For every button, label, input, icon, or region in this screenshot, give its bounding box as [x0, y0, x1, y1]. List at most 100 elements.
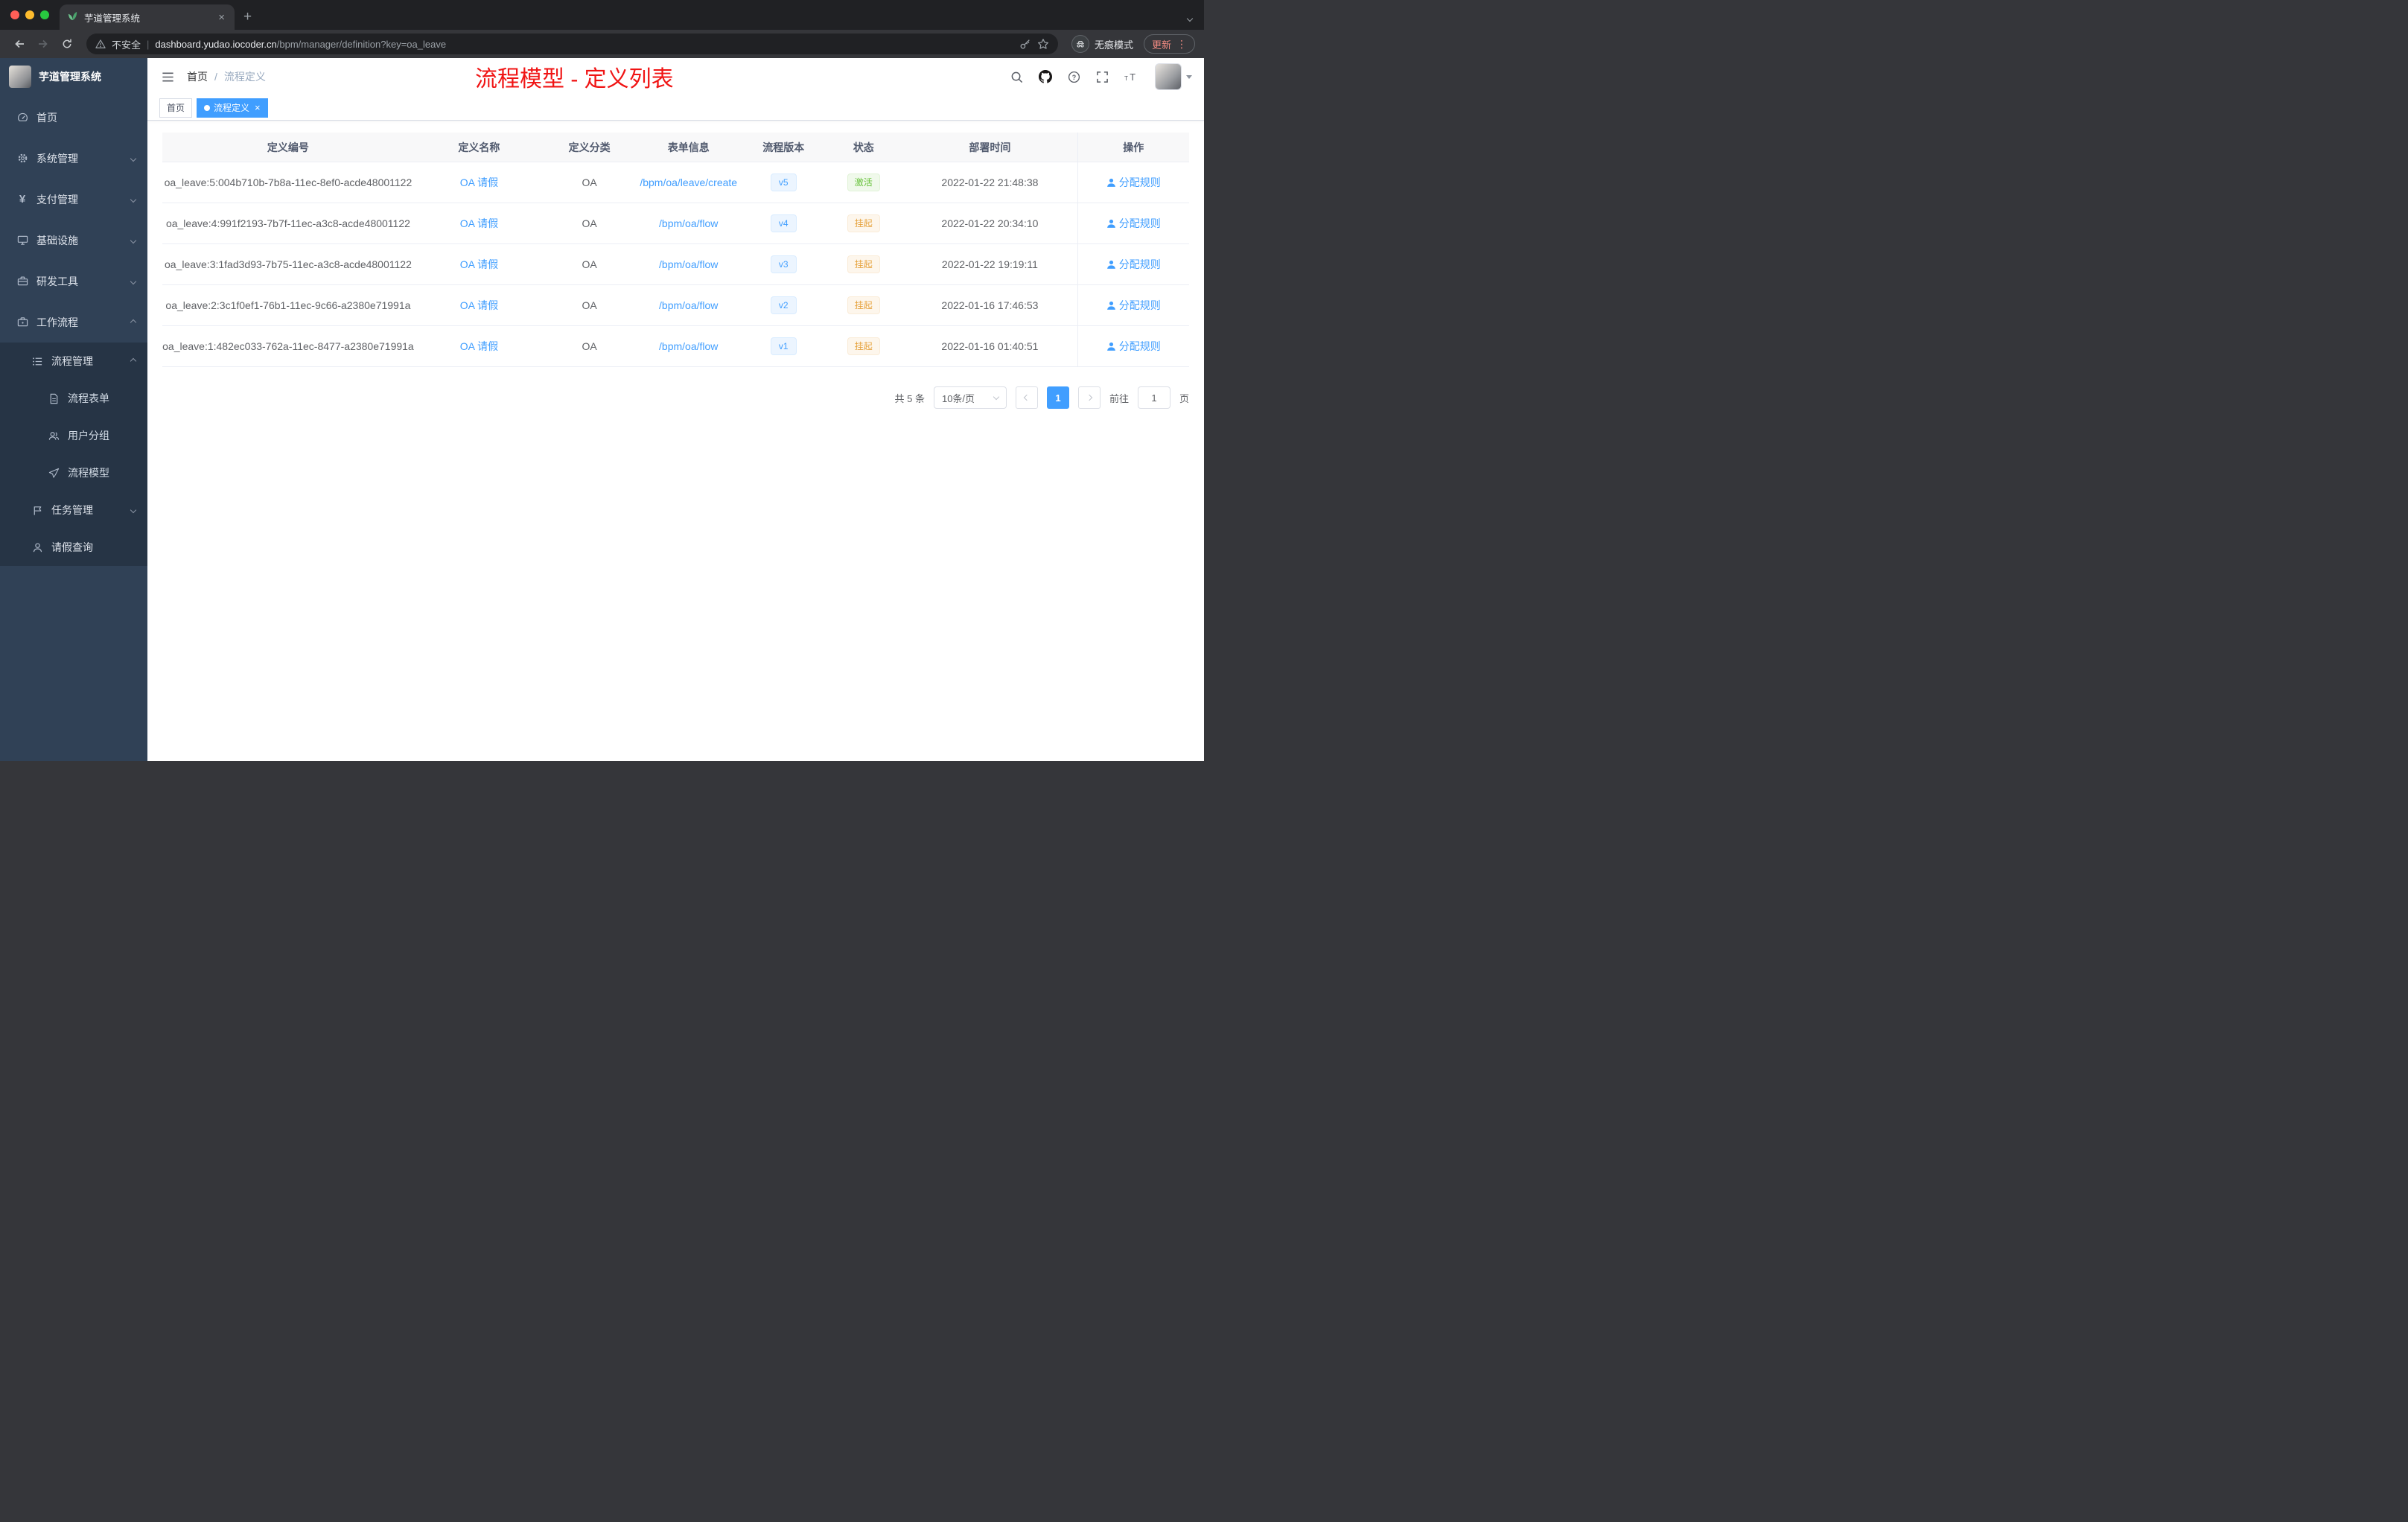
definition-id: oa_leave:3:1fad3d93-7b75-11ec-a3c8-acde4… — [164, 258, 412, 270]
sidebar-item-payment[interactable]: ¥ 支付管理 — [0, 179, 147, 220]
column-header: 定义编号 — [267, 141, 309, 153]
workflow-submenu: 流程管理 流程表单 用户分组 流程模型 任务管理 请假查询 — [0, 343, 147, 566]
github-icon[interactable] — [1039, 70, 1052, 83]
zoom-window-button[interactable] — [40, 10, 49, 19]
sidebar-item-leave-query[interactable]: 请假查询 — [0, 529, 147, 566]
column-header: 定义分类 — [568, 141, 611, 153]
chevron-down-icon — [130, 155, 137, 162]
goto-page-input[interactable] — [1137, 386, 1170, 409]
sidebar-item-user-group[interactable]: 用户分组 — [0, 417, 147, 454]
password-key-icon[interactable] — [1019, 38, 1031, 50]
assign-rule-link[interactable]: 分配规则 — [1106, 339, 1161, 354]
assign-rule-link[interactable]: 分配规则 — [1106, 257, 1161, 272]
close-window-button[interactable] — [10, 10, 19, 19]
tab-strip: 芋道管理系统 × + — [0, 0, 1204, 30]
back-button[interactable] — [9, 34, 30, 54]
bookmark-star-icon[interactable] — [1037, 38, 1049, 50]
tab-search-chevron-icon[interactable] — [1186, 11, 1194, 25]
font-size-icon[interactable]: TT — [1124, 71, 1139, 83]
sidebar-item-workflow[interactable]: 工作流程 — [0, 302, 147, 343]
sidebar-item-label: 研发工具 — [36, 275, 78, 287]
browser-window: 芋道管理系统 × + 不安全 | dashboard.yudao.iocoder… — [0, 0, 1204, 761]
breadcrumb: 首页 / 流程定义 — [187, 69, 266, 84]
definition-name-link[interactable]: OA 请假 — [414, 162, 544, 203]
sidebar-item-process-form[interactable]: 流程表单 — [0, 380, 147, 417]
tab-title: 芋道管理系统 — [84, 13, 141, 24]
hamburger-icon[interactable] — [159, 70, 181, 84]
tab-close-icon[interactable]: × — [216, 11, 227, 24]
sidebar-item-task-management[interactable]: 任务管理 — [0, 491, 147, 529]
page-size-value: 10条/页 — [941, 392, 975, 404]
assign-rule-link[interactable]: 分配规则 — [1106, 298, 1161, 313]
search-icon[interactable] — [1010, 71, 1023, 83]
deploy-time: 2022-01-22 21:48:38 — [941, 176, 1039, 188]
sidebar-item-label: 请假查询 — [51, 541, 93, 553]
incognito-indicator: 无痕模式 — [1071, 35, 1133, 53]
chrome-update-button[interactable]: 更新 ⋮ — [1143, 34, 1195, 54]
tag-process-definition[interactable]: 流程定义 × — [197, 98, 268, 118]
breadcrumb-separator: / — [214, 71, 217, 83]
goto-label: 前往 — [1109, 392, 1129, 404]
sidebar-item-process-management[interactable]: 流程管理 — [0, 343, 147, 380]
definition-name-link[interactable]: OA 请假 — [414, 326, 544, 366]
reload-button[interactable] — [57, 34, 77, 54]
breadcrumb-home[interactable]: 首页 — [187, 69, 208, 84]
browser-menu-icon[interactable]: ⋮ — [1176, 39, 1187, 49]
url-bar[interactable]: 不安全 | dashboard.yudao.iocoder.cn/bpm/man… — [86, 34, 1058, 54]
column-header: 流程版本 — [762, 141, 805, 153]
form-info-link[interactable]: /bpm/oa/flow — [634, 285, 742, 325]
tag-close-icon[interactable]: × — [253, 102, 261, 113]
page-annotation: 流程模型 - 定义列表 — [475, 67, 674, 92]
status-cell: 挂起 — [824, 285, 902, 325]
sidebar-item-system[interactable]: 系统管理 — [0, 138, 147, 179]
minimize-window-button[interactable] — [25, 10, 34, 19]
assign-rule-link[interactable]: 分配规则 — [1106, 175, 1161, 190]
paper-plane-icon — [48, 468, 60, 479]
assign-rule-link[interactable]: 分配规则 — [1106, 216, 1161, 231]
definition-id: oa_leave:4:991f2193-7b7f-11ec-a3c8-acde4… — [165, 217, 410, 229]
column-header: 操作 — [1077, 133, 1189, 162]
definition-name-link[interactable]: OA 请假 — [414, 203, 544, 243]
page-url: dashboard.yudao.iocoder.cn/bpm/manager/d… — [155, 39, 446, 50]
status-badge: 挂起 — [847, 255, 880, 274]
action-cell: 分配规则 — [1077, 285, 1189, 325]
page-size-select[interactable]: 10条/页 — [933, 386, 1007, 409]
sidebar-item-home[interactable]: 首页 — [0, 97, 147, 138]
new-tab-button[interactable]: + — [235, 9, 262, 30]
help-icon[interactable]: ? — [1068, 71, 1080, 83]
definition-name-link[interactable]: OA 请假 — [414, 244, 544, 284]
form-info-link[interactable]: /bpm/oa/flow — [634, 326, 742, 366]
fullscreen-icon[interactable] — [1096, 71, 1109, 83]
page-suffix-label: 页 — [1179, 392, 1189, 404]
definition-name-link[interactable]: OA 请假 — [414, 285, 544, 325]
sidebar-item-process-model[interactable]: 流程模型 — [0, 454, 147, 491]
chevron-up-icon — [130, 357, 137, 365]
current-page-button[interactable]: 1 — [1046, 386, 1069, 409]
forward-button[interactable] — [33, 34, 54, 54]
next-page-button[interactable] — [1077, 386, 1101, 409]
user-menu[interactable] — [1155, 63, 1192, 90]
browser-tab[interactable]: 芋道管理系统 × — [60, 4, 235, 30]
flag-icon — [31, 505, 43, 516]
sidebar-item-devtools[interactable]: 研发工具 — [0, 261, 147, 302]
incognito-label: 无痕模式 — [1094, 39, 1133, 51]
definition-table: 定义编号 定义名称 定义分类 表单信息 流程版本 状态 部署时间 操作 oa_l… — [162, 133, 1189, 367]
form-info-link[interactable]: /bpm/oa/flow — [634, 203, 742, 243]
sidebar-item-label: 流程表单 — [68, 392, 109, 404]
sidebar-item-infrastructure[interactable]: 基础设施 — [0, 220, 147, 261]
sidebar-item-label: 首页 — [36, 111, 57, 124]
sidebar: 芋道管理系统 首页 系统管理 ¥ 支付管理 基础设施 研发工具 工作流程 流程管… — [0, 58, 147, 761]
table-row: oa_leave:5:004b710b-7b8a-11ec-8ef0-acde4… — [162, 162, 1189, 203]
form-info-link[interactable]: /bpm/oa/leave/create — [634, 162, 742, 203]
table-row: oa_leave:1:482ec033-762a-11ec-8477-a2380… — [162, 326, 1189, 367]
form-info-link[interactable]: /bpm/oa/flow — [634, 244, 742, 284]
table-row: oa_leave:4:991f2193-7b7f-11ec-a3c8-acde4… — [162, 203, 1189, 244]
page-content: 定义编号 定义名称 定义分类 表单信息 流程版本 状态 部署时间 操作 oa_l… — [147, 121, 1204, 761]
avatar[interactable] — [1155, 63, 1182, 90]
tag-home[interactable]: 首页 — [159, 98, 193, 118]
prev-page-button[interactable] — [1015, 386, 1038, 409]
sidebar-item-label: 基础设施 — [36, 234, 78, 246]
yen-icon: ¥ — [19, 193, 26, 206]
dashboard-icon — [16, 112, 28, 123]
version-badge: v5 — [770, 173, 797, 192]
